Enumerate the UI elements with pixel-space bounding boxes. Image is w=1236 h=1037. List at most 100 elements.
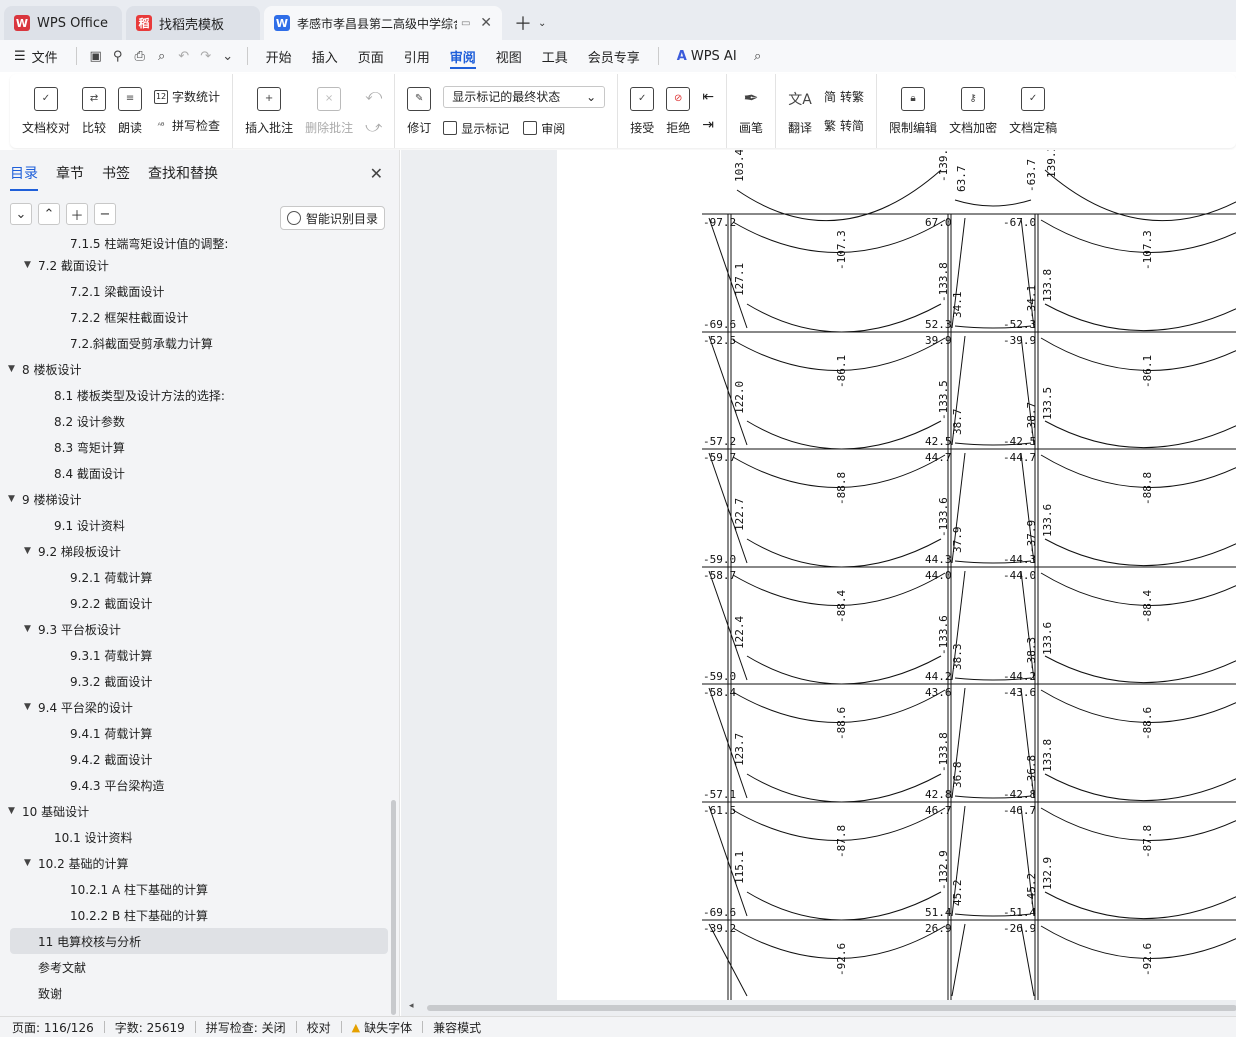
menu-review[interactable]: 审阅 xyxy=(440,40,486,72)
prev-comment-icon[interactable]: ⤺ xyxy=(365,85,382,105)
to-simplified-button[interactable]: 繁 转简 xyxy=(824,117,864,134)
toc-item[interactable]: ▼ 9.4 平台梁的设计 xyxy=(0,694,400,720)
toc-item[interactable]: ▼ 10 基础设计 xyxy=(0,798,400,824)
expand-all-button[interactable]: ⌄ xyxy=(10,203,32,225)
menu-member[interactable]: 会员专享 xyxy=(578,40,650,72)
toc-item[interactable]: 7.2.斜截面受剪承载力计算 xyxy=(0,330,400,356)
pen-button[interactable]: ✒ 画笔 xyxy=(733,79,769,143)
toc-item[interactable]: 9.2.2 截面设计 xyxy=(0,590,400,616)
toc-item[interactable]: 9.3.2 截面设计 xyxy=(0,668,400,694)
file-menu[interactable]: ☰ 文件 xyxy=(0,40,68,72)
print-icon[interactable]: ⎙ xyxy=(129,49,151,64)
toc-item[interactable]: 10.2.2 B 柱下基础的计算 xyxy=(0,902,400,928)
toc-item[interactable]: 8.4 截面设计 xyxy=(0,460,400,486)
page-indicator[interactable]: 页面: 116/126 xyxy=(12,1019,94,1036)
tab-docer-templates[interactable]: 稻 找稻壳模板 xyxy=(126,6,260,40)
compare-button[interactable]: ⇄ 比较 xyxy=(76,79,112,143)
menu-view[interactable]: 视图 xyxy=(486,40,532,72)
toc-item[interactable]: 10.2.1 A 柱下基础的计算 xyxy=(0,876,400,902)
toc-item[interactable]: 8.1 楼板类型及设计方法的选择: xyxy=(0,382,400,408)
encrypt-button[interactable]: ⚷ 文档加密 xyxy=(943,79,1003,143)
monitor-icon[interactable]: ▭ xyxy=(461,18,470,29)
toc-item[interactable]: ▼ 8 楼板设计 xyxy=(0,356,400,382)
chevron-down-icon[interactable]: ⌄ xyxy=(217,49,239,64)
translate-button[interactable]: 文A 翻译 xyxy=(782,79,818,143)
restrict-edit-button[interactable]: 🔒︎ 限制编辑 xyxy=(883,79,943,143)
expand-toggle-icon[interactable]: ▼ xyxy=(24,702,38,712)
smart-toc-button[interactable]: 智能识别目录 xyxy=(279,206,385,230)
word-count-status[interactable]: 字数: 25619 xyxy=(115,1019,185,1036)
menu-home[interactable]: 开始 xyxy=(256,40,302,72)
toc-item[interactable]: 9.4.3 平台梁构造 xyxy=(0,772,400,798)
toc-item[interactable]: 7.2.1 梁截面设计 xyxy=(0,278,400,304)
toc-item[interactable]: ▼ 9.2 梯段板设计 xyxy=(0,538,400,564)
tab-toc[interactable]: 目录 xyxy=(10,159,38,191)
tab-find-replace[interactable]: 查找和替换 xyxy=(148,159,218,187)
review-pane-button[interactable]: 审阅 xyxy=(523,120,565,137)
expand-toggle-icon[interactable]: ▼ xyxy=(8,494,22,504)
tab-wps-office[interactable]: W WPS Office xyxy=(4,6,122,40)
scroll-left-icon[interactable]: ◂ xyxy=(409,1001,414,1011)
print-preview-icon[interactable]: ⌕ xyxy=(151,49,173,64)
toc-item[interactable]: ▼ 9 楼梯设计 xyxy=(0,486,400,512)
markup-state-select[interactable]: 显示标记的最终状态 ⌄ xyxy=(443,85,606,108)
toc-item[interactable]: 9.2.1 荷载计算 xyxy=(0,564,400,590)
toc-item[interactable]: ▼ 10.2 基础的计算 xyxy=(0,850,400,876)
accept-button[interactable]: ✓ 接受 xyxy=(624,79,660,143)
toc-item[interactable]: 7.2.2 框架柱截面设计 xyxy=(0,304,400,330)
toc-item[interactable]: 9.4.1 荷载计算 xyxy=(0,720,400,746)
chevron-down-icon[interactable]: ⌄ xyxy=(538,18,546,29)
menu-references[interactable]: 引用 xyxy=(394,40,440,72)
menu-page[interactable]: 页面 xyxy=(348,40,394,72)
toc-item[interactable]: 致谢 xyxy=(0,980,400,1006)
toc-item[interactable]: 9.3.1 荷载计算 xyxy=(0,642,400,668)
toc-item[interactable]: 7.1.5 柱端弯矩设计值的调整: xyxy=(0,238,400,252)
toc-item[interactable]: 9.1 设计资料 xyxy=(0,512,400,538)
add-heading-button[interactable]: ＋ xyxy=(66,203,88,225)
collapse-all-button[interactable]: ⌃ xyxy=(38,203,60,225)
proofread-button[interactable]: ✓ 文档校对 xyxy=(16,79,76,143)
delete-comment-button[interactable]: × 删除批注 xyxy=(299,79,359,143)
toc-item[interactable]: 11 电算校核与分析 xyxy=(10,928,388,954)
tab-bookmarks[interactable]: 书签 xyxy=(102,159,130,187)
menu-insert[interactable]: 插入 xyxy=(302,40,348,72)
expand-toggle-icon[interactable]: ▼ xyxy=(24,858,38,868)
close-tab-icon[interactable]: ✕ xyxy=(480,15,492,31)
read-aloud-button[interactable]: ≡ 朗读 xyxy=(112,79,148,143)
revise-button[interactable]: ✎ 修订 xyxy=(401,79,437,143)
new-tab-button[interactable]: ＋ ⌄ xyxy=(506,6,554,40)
to-traditional-button[interactable]: 简 转繁 xyxy=(824,88,864,105)
toc-item[interactable]: ▼ 9.3 平台板设计 xyxy=(0,616,400,642)
redo-icon[interactable]: ↷ xyxy=(195,49,217,64)
expand-toggle-icon[interactable]: ▼ xyxy=(8,806,22,816)
toc-item[interactable]: 8.3 弯矩计算 xyxy=(0,434,400,460)
save-icon[interactable]: ▣ xyxy=(85,49,107,64)
undo-icon[interactable]: ↶ xyxy=(173,49,195,64)
tab-document[interactable]: W 孝感市孝昌县第二高级中学综合 ▭ ✕ xyxy=(264,6,502,40)
expand-toggle-icon[interactable]: ▼ xyxy=(8,364,22,374)
toc-item[interactable]: ▼ 7.2 截面设计 xyxy=(0,252,400,278)
toc-item[interactable]: 9.4.2 截面设计 xyxy=(0,746,400,772)
spell-check-status[interactable]: 拼写检查: 关闭 xyxy=(206,1019,286,1036)
insert-comment-button[interactable]: + 插入批注 xyxy=(239,79,299,143)
expand-toggle-icon[interactable]: ▼ xyxy=(24,260,38,270)
finalize-button[interactable]: ✓ 文档定稿 xyxy=(1003,79,1063,143)
spell-check-button[interactable]: ᴬᴮ 拼写检查 xyxy=(154,117,220,134)
show-markup-button[interactable]: 显示标记 xyxy=(443,120,509,137)
remove-heading-button[interactable]: − xyxy=(94,203,116,225)
tab-chapters[interactable]: 章节 xyxy=(56,159,84,187)
horizontal-scrollbar[interactable]: ◂ xyxy=(401,1000,1236,1016)
toc-item[interactable]: 8.2 设计参数 xyxy=(0,408,400,434)
prev-change-icon[interactable]: ⇤ xyxy=(702,89,714,105)
scroll-thumb[interactable] xyxy=(427,1005,1236,1011)
missing-font-status[interactable]: ▲ 缺失字体 xyxy=(352,1019,412,1036)
compat-mode-status[interactable]: 兼容模式 xyxy=(433,1019,481,1036)
close-pane-icon[interactable]: ✕ xyxy=(370,164,383,183)
proof-status[interactable]: 校对 xyxy=(307,1019,331,1036)
expand-toggle-icon[interactable]: ▼ xyxy=(24,624,38,634)
toc-scrollbar[interactable] xyxy=(391,800,396,1015)
toc-item[interactable]: 参考文献 xyxy=(0,954,400,980)
toc-item[interactable]: 10.1 设计资料 xyxy=(0,824,400,850)
search-icon[interactable]: ⌕ xyxy=(747,49,769,64)
word-count-button[interactable]: 12 字数统计 xyxy=(154,88,220,105)
